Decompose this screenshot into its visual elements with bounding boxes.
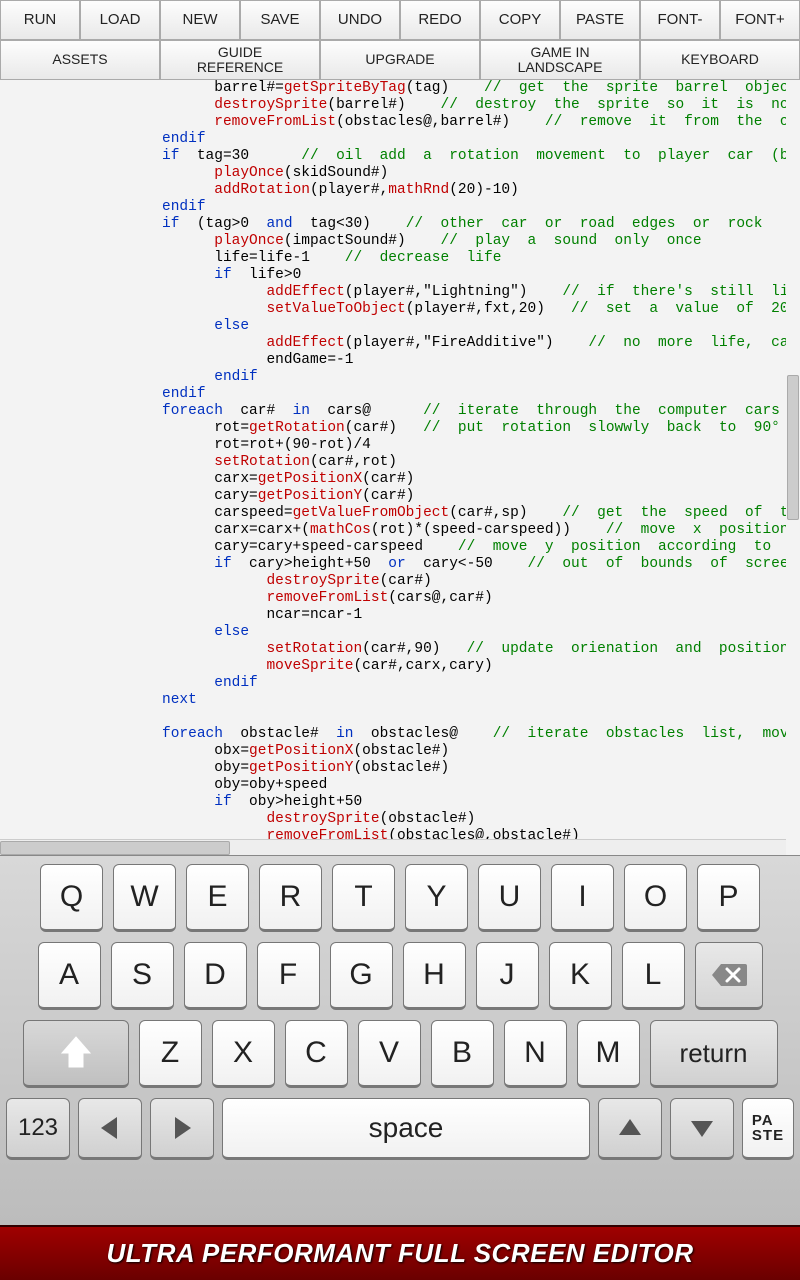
key-return[interactable]: return [650, 1020, 778, 1088]
key-a[interactable]: A [38, 942, 101, 1010]
toolbar-row-2: ASSETSGUIDE REFERENCEUPGRADEGAME IN LAND… [0, 40, 800, 80]
key-d[interactable]: D [184, 942, 247, 1010]
virtual-keyboard: QWERTYUIOP ASDFGHJKL ZXCVBNMreturn 123 sp… [0, 855, 800, 1225]
key-x[interactable]: X [212, 1020, 275, 1088]
toolbar-redo[interactable]: REDO [400, 0, 480, 40]
key-f[interactable]: F [257, 942, 320, 1010]
footer-banner-text: ULTRA PERFORMANT FULL SCREEN EDITOR [106, 1238, 693, 1269]
key-v[interactable]: V [358, 1020, 421, 1088]
key-z[interactable]: Z [139, 1020, 202, 1088]
vertical-scrollbar-thumb[interactable] [787, 375, 799, 520]
toolbar-guide-reference[interactable]: GUIDE REFERENCE [160, 40, 320, 80]
horizontal-scrollbar-thumb[interactable] [0, 841, 230, 855]
toolbar-undo[interactable]: UNDO [320, 0, 400, 40]
toolbar-copy[interactable]: COPY [480, 0, 560, 40]
key-b[interactable]: B [431, 1020, 494, 1088]
key-arrow-right[interactable] [150, 1098, 214, 1160]
key-o[interactable]: O [624, 864, 687, 932]
key-t[interactable]: T [332, 864, 395, 932]
toolbar-save[interactable]: SAVE [240, 0, 320, 40]
code-editor[interactable]: barrel#=getSpriteByTag(tag) // get the s… [0, 80, 800, 855]
horizontal-scrollbar[interactable] [0, 839, 786, 855]
key-g[interactable]: G [330, 942, 393, 1010]
key-numeric[interactable]: 123 [6, 1098, 70, 1160]
vertical-scrollbar[interactable] [786, 80, 800, 839]
toolbar-upgrade[interactable]: UPGRADE [320, 40, 480, 80]
key-arrow-left[interactable] [78, 1098, 142, 1160]
key-paste[interactable]: PA STE [742, 1098, 794, 1160]
key-i[interactable]: I [551, 864, 614, 932]
footer-banner: ULTRA PERFORMANT FULL SCREEN EDITOR [0, 1225, 800, 1280]
toolbar-run[interactable]: RUN [0, 0, 80, 40]
key-l[interactable]: L [622, 942, 685, 1010]
key-w[interactable]: W [113, 864, 176, 932]
toolbar-paste[interactable]: PASTE [560, 0, 640, 40]
key-u[interactable]: U [478, 864, 541, 932]
toolbar-row-1: RUNLOADNEWSAVEUNDOREDOCOPYPASTEFONT-FONT… [0, 0, 800, 40]
key-backspace[interactable] [695, 942, 763, 1010]
key-arrow-up[interactable] [598, 1098, 662, 1160]
key-n[interactable]: N [504, 1020, 567, 1088]
toolbar-load[interactable]: LOAD [80, 0, 160, 40]
key-s[interactable]: S [111, 942, 174, 1010]
key-c[interactable]: C [285, 1020, 348, 1088]
key-h[interactable]: H [403, 942, 466, 1010]
toolbar-game-in-landscape[interactable]: GAME IN LANDSCAPE [480, 40, 640, 80]
key-m[interactable]: M [577, 1020, 640, 1088]
key-j[interactable]: J [476, 942, 539, 1010]
key-arrow-down[interactable] [670, 1098, 734, 1160]
toolbar-font[interactable]: FONT- [640, 0, 720, 40]
key-r[interactable]: R [259, 864, 322, 932]
key-space[interactable]: space [222, 1098, 590, 1160]
toolbar-font[interactable]: FONT+ [720, 0, 800, 40]
key-shift[interactable] [23, 1020, 129, 1088]
key-p[interactable]: P [697, 864, 760, 932]
key-y[interactable]: Y [405, 864, 468, 932]
toolbar-keyboard[interactable]: KEYBOARD [640, 40, 800, 80]
key-e[interactable]: E [186, 864, 249, 932]
toolbar-new[interactable]: NEW [160, 0, 240, 40]
key-k[interactable]: K [549, 942, 612, 1010]
key-q[interactable]: Q [40, 864, 103, 932]
toolbar-assets[interactable]: ASSETS [0, 40, 160, 80]
